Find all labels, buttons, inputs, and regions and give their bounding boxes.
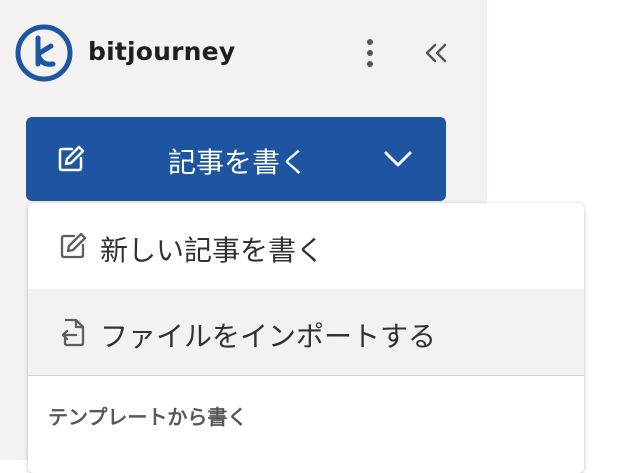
pencil-square-icon: [60, 232, 87, 259]
bitjourney-logo[interactable]: [15, 24, 73, 82]
menu-item-label: ファイルをインポートする: [100, 320, 437, 353]
menu-divider: [28, 375, 584, 376]
vertical-ellipsis-icon: [367, 39, 373, 67]
menu-item-import-file[interactable]: ファイルをインポートする: [28, 289, 584, 375]
menu-item-new-article[interactable]: 新しい記事を書く: [28, 203, 584, 289]
template-section-heading: テンプレートから書く: [48, 405, 248, 429]
write-button-label: 記事を書く: [168, 146, 309, 179]
write-options-menu: 新しい記事を書く ファイルをインポートする テンプレートから書く: [28, 203, 584, 473]
file-import-icon: [61, 318, 85, 347]
menu-item-label: 新しい記事を書く: [100, 234, 325, 267]
more-options-button[interactable]: [356, 34, 384, 72]
write-article-button[interactable]: 記事を書く: [26, 117, 446, 201]
brand-name: bitjourney: [88, 37, 236, 66]
collapse-sidebar-button[interactable]: [418, 34, 454, 72]
pencil-square-icon: [58, 145, 85, 172]
double-chevron-left-icon: [425, 43, 447, 63]
chevron-down-icon[interactable]: [382, 147, 414, 171]
